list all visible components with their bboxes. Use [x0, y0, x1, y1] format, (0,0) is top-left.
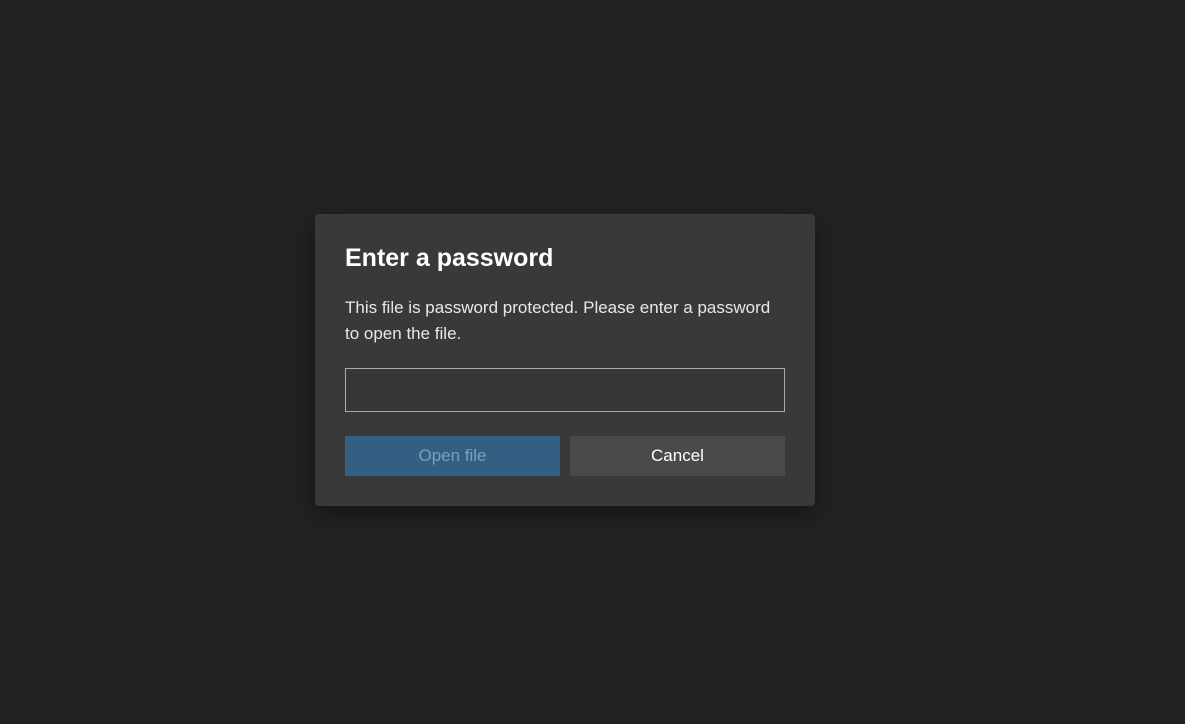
dialog-button-row: Open file Cancel — [345, 436, 785, 476]
password-input[interactable] — [345, 368, 785, 412]
password-dialog: Enter a password This file is password p… — [315, 214, 815, 506]
dialog-description: This file is password protected. Please … — [345, 295, 785, 346]
dialog-title: Enter a password — [345, 244, 785, 273]
open-file-button[interactable]: Open file — [345, 436, 560, 476]
cancel-button[interactable]: Cancel — [570, 436, 785, 476]
